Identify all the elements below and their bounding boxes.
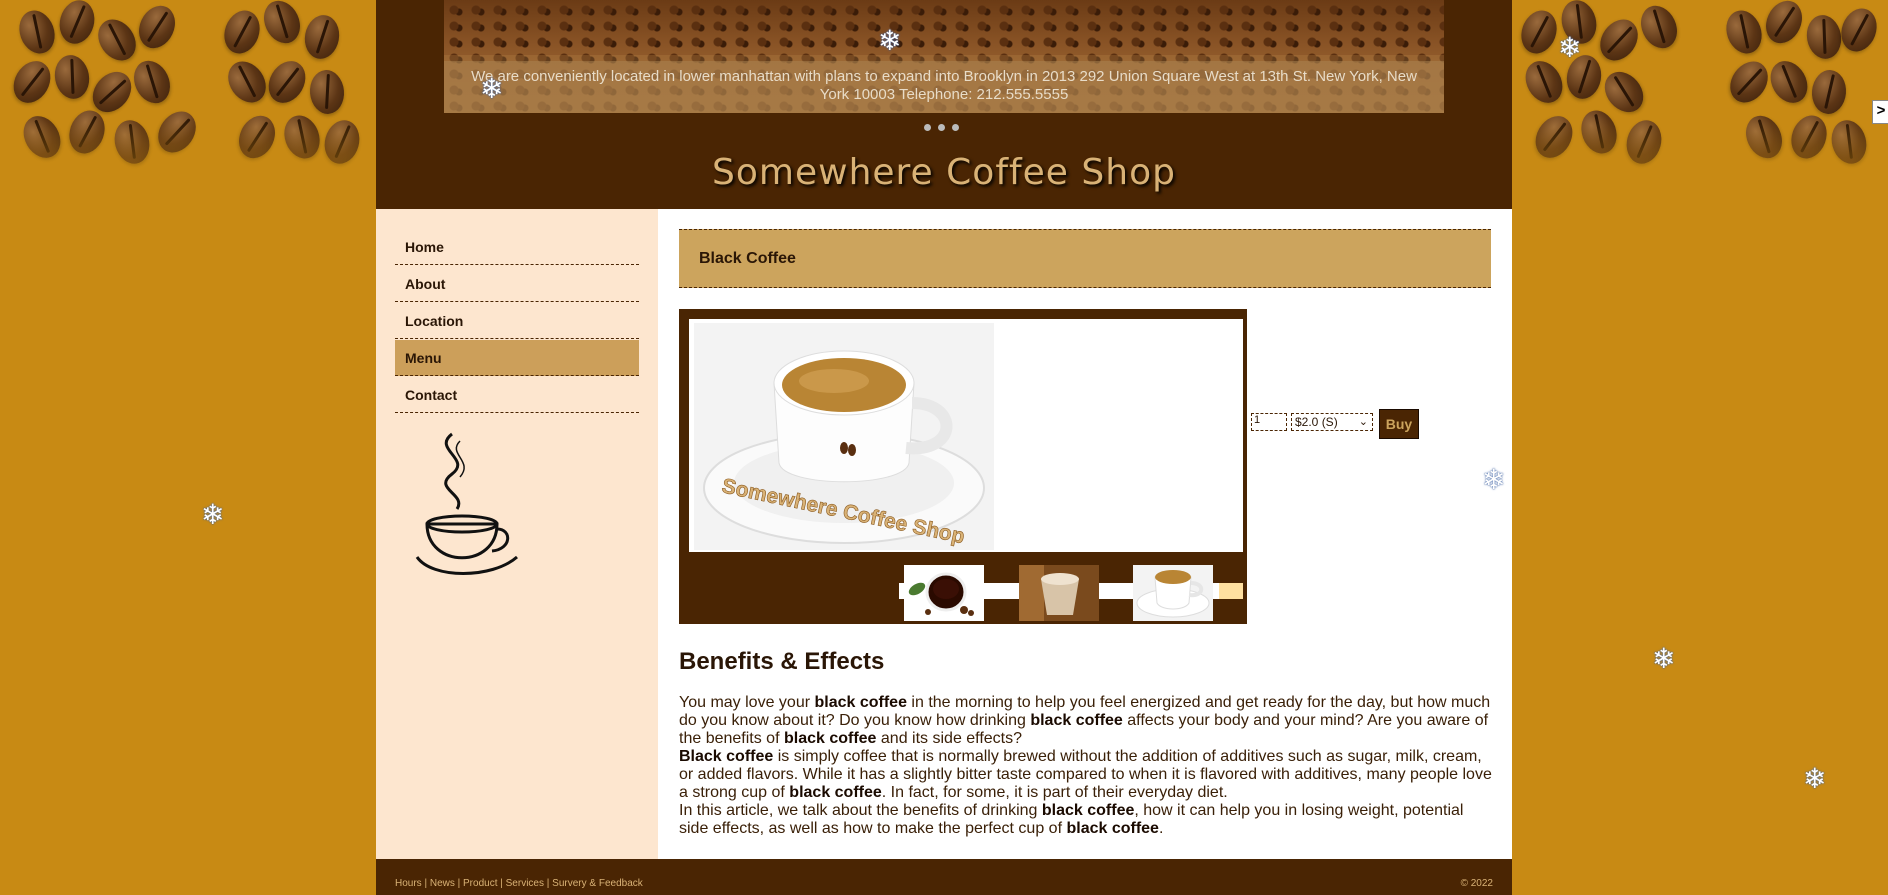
main-nav: Home About Location Menu Contact (395, 229, 639, 414)
footer-link-news[interactable]: News (430, 878, 455, 889)
main-content: Black Coffee Somewhere Coffee Shop 1 $2.… (658, 209, 1512, 859)
article-text: . In fact, for some, it is part of their… (881, 784, 1228, 801)
snowflake-icon: ❄ (878, 25, 902, 56)
slideshow-dots (924, 118, 968, 131)
snowflake-icon: ❄ (1652, 643, 1676, 674)
thumbnail-black-coffee[interactable] (1133, 565, 1213, 621)
footer-links: Hours | News | Product | Services | Surv… (395, 878, 643, 889)
article-keyword: black coffee (789, 784, 882, 801)
page-container: We are conveniently located in lower man… (376, 0, 1512, 895)
article-keyword: Black coffee (679, 748, 774, 765)
chevron-down-icon: ⌄ (1358, 416, 1368, 428)
article-keyword: black coffee (814, 694, 907, 711)
article-keyword: black coffee (783, 730, 877, 747)
price-size-select[interactable]: $2.0 (S) ⌄ (1291, 413, 1373, 431)
article-keyword: black coffee (1041, 802, 1135, 819)
article-heading: Benefits & Effects (679, 648, 885, 675)
sidebar: Home About Location Menu Contact (376, 209, 658, 859)
nav-item-contact[interactable]: Contact (395, 377, 639, 413)
article-body: You may love your black coffee in the mo… (679, 694, 1494, 838)
snowflake-icon: ❄ (1558, 32, 1582, 63)
nav-item-about[interactable]: About (395, 266, 639, 302)
banner-caption: We are conveniently located in lower man… (444, 61, 1444, 113)
footer-separator: | (544, 878, 553, 889)
snowflake-icon: ❄ (480, 73, 504, 104)
footer-link-survey[interactable]: Survery & Feedback (552, 878, 643, 889)
product-photo: Somewhere Coffee Shop (694, 323, 994, 550)
next-arrow-button[interactable]: > (1872, 100, 1888, 124)
quantity-input[interactable]: 1 (1251, 413, 1287, 431)
nav-item-location[interactable]: Location (395, 303, 639, 339)
footer-separator: | (421, 878, 430, 889)
nav-item-menu[interactable]: Menu (395, 340, 639, 376)
site-title: Somewhere Coffee Shop (712, 152, 1176, 193)
article-keyword: black coffee (1066, 820, 1159, 837)
snowflake-icon: ❄ (1482, 464, 1506, 495)
footer-separator: | (454, 878, 464, 889)
thumbnail-latte[interactable] (1019, 565, 1099, 621)
slide-dot[interactable] (952, 124, 959, 131)
purchase-controls: 1 $2.0 (S) ⌄ Buy (1251, 409, 1451, 439)
coffee-cup-logo-icon (415, 432, 518, 575)
price-size-value: $2.0 (S) (1295, 415, 1338, 429)
product-gallery: Somewhere Coffee Shop (679, 309, 1247, 624)
gallery-main-view: Somewhere Coffee Shop (689, 319, 1243, 552)
article-keyword: black coffee (1030, 712, 1123, 729)
footer-separator: | (497, 878, 506, 889)
article-text: and its side effects? (876, 730, 1023, 747)
slide-dot[interactable] (924, 124, 931, 131)
background-beans-left (0, 0, 376, 225)
buy-button[interactable]: Buy (1379, 409, 1419, 439)
thumbnail-espresso[interactable] (904, 565, 984, 621)
nav-item-home[interactable]: Home (395, 229, 639, 265)
slide-dot[interactable] (938, 124, 945, 131)
footer-link-product[interactable]: Product (463, 878, 497, 889)
article-text: . (1158, 820, 1164, 837)
article-text: You may love your (679, 694, 815, 711)
footer-link-hours[interactable]: Hours (395, 878, 422, 889)
site-footer: Hours | News | Product | Services | Surv… (376, 859, 1512, 895)
site-header: We are conveniently located in lower man… (376, 0, 1512, 209)
snowflake-icon: ❄ (1803, 763, 1827, 794)
product-title: Black Coffee (679, 229, 1491, 288)
snowflake-icon: ❄ (201, 499, 225, 530)
banner-slideshow: We are conveniently located in lower man… (444, 0, 1444, 113)
footer-copyright: © 2022 (1460, 878, 1493, 889)
footer-link-services[interactable]: Services (506, 878, 544, 889)
article-text: In this article, we talk about the benef… (679, 802, 1042, 819)
